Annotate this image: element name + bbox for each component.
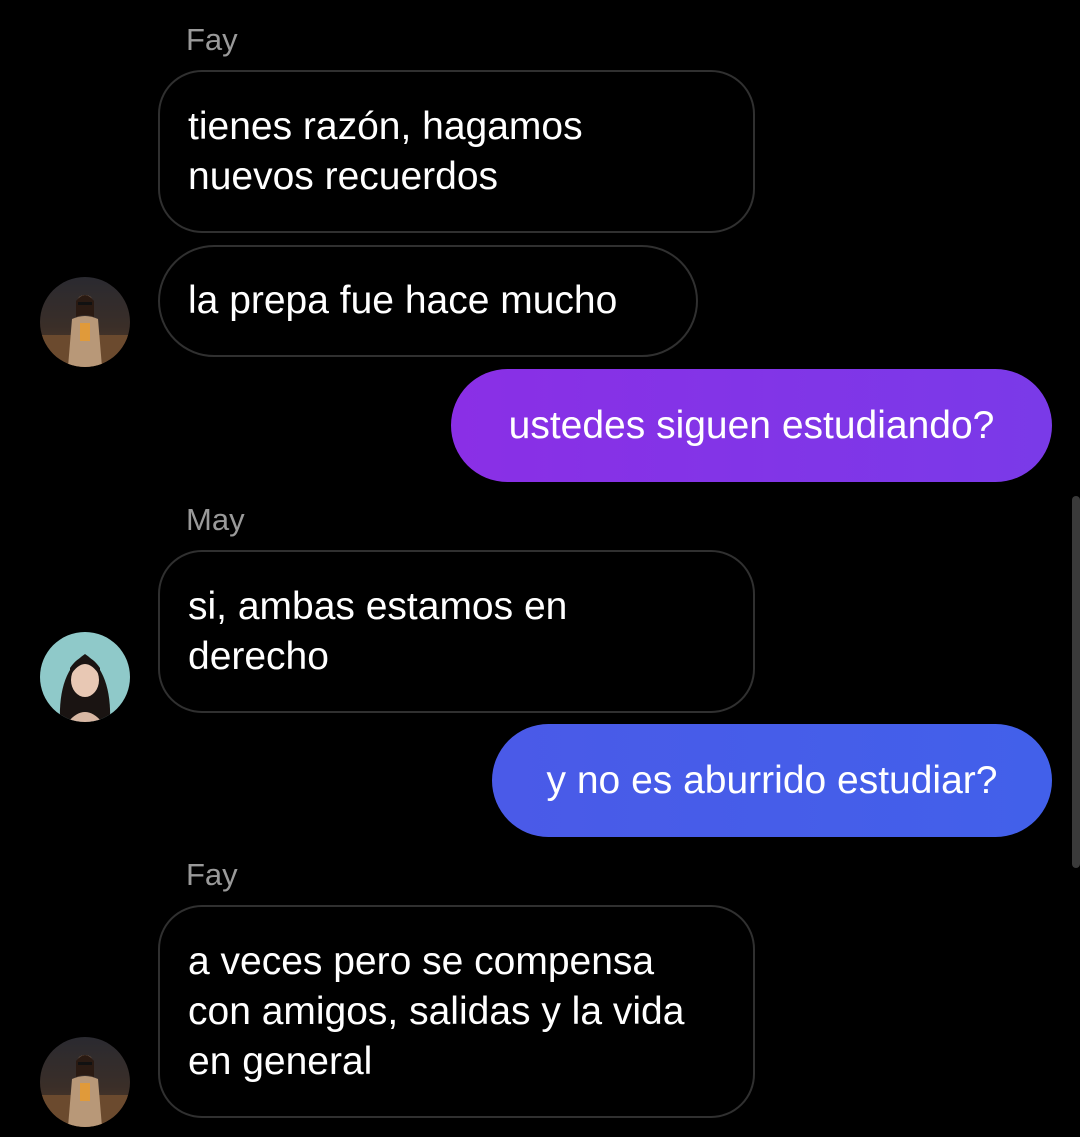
incoming-message-bubble[interactable]: a veces pero se compensa con amigos, sal… xyxy=(158,905,755,1118)
avatar-icon-fay[interactable] xyxy=(40,1037,130,1127)
incoming-message-bubble[interactable]: si, ambas estamos en derecho xyxy=(158,550,755,713)
message-text: ustedes siguen estudiando? xyxy=(508,403,995,447)
outgoing-message-bubble[interactable]: ustedes siguen estudiando? xyxy=(451,369,1052,482)
message-text: y no es aburrido estudiar? xyxy=(546,758,998,802)
message-text: si, ambas estamos en derecho xyxy=(188,584,568,678)
scrollbar[interactable] xyxy=(1072,496,1080,868)
sender-name: Fay xyxy=(186,857,238,892)
message-text: a veces pero se compensa con amigos, sal… xyxy=(188,939,685,1083)
message-text: la prepa fue hace mucho xyxy=(188,279,618,322)
outgoing-message-bubble[interactable]: y no es aburrido estudiar? xyxy=(492,724,1052,837)
sender-name: Fay xyxy=(186,22,238,57)
message-text: tienes razón, hagamos nuevos recuerdos xyxy=(188,104,583,198)
sender-name: May xyxy=(186,502,245,537)
incoming-message-bubble[interactable]: la prepa fue hace mucho xyxy=(158,245,698,357)
incoming-message-bubble[interactable]: tienes razón, hagamos nuevos recuerdos xyxy=(158,70,755,233)
avatar-icon-may[interactable] xyxy=(40,632,130,722)
avatar-icon-fay[interactable] xyxy=(40,277,130,367)
